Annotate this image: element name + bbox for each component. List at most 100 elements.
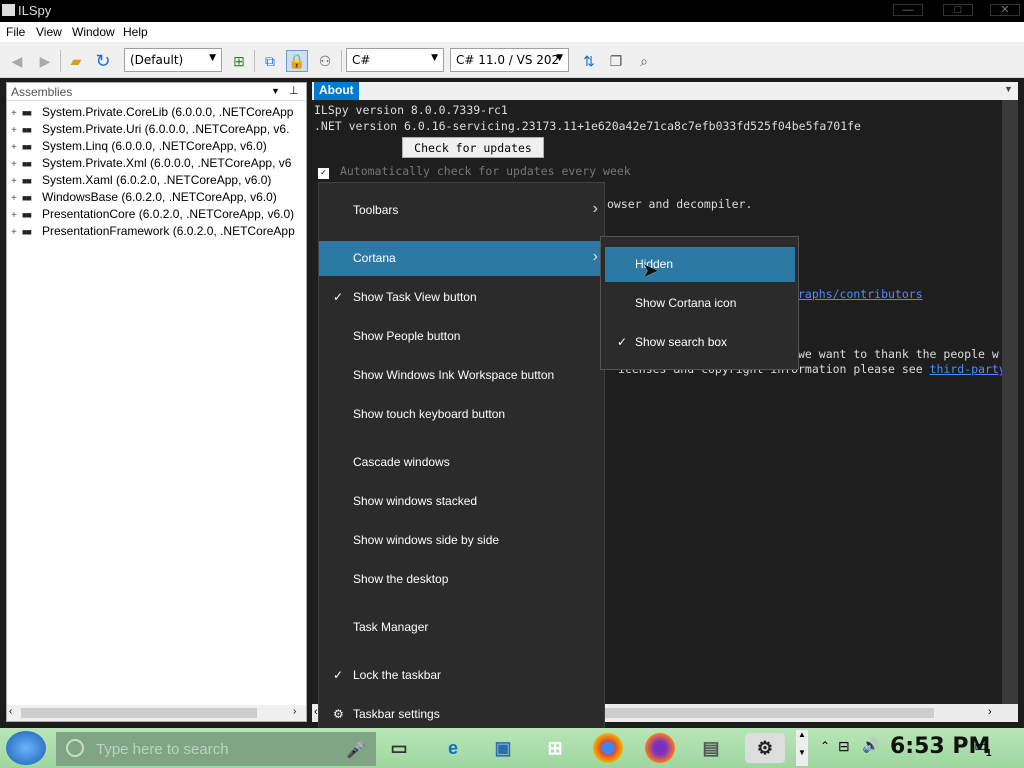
window-icon[interactable]: ❐ xyxy=(605,50,627,72)
menu-window[interactable]: Window xyxy=(72,25,115,39)
menu-item-stacked[interactable]: Show windows stacked xyxy=(319,484,604,519)
pin-icon[interactable]: ⊥ xyxy=(289,84,299,97)
task-view-icon[interactable]: ▭ xyxy=(384,733,414,763)
tree-item[interactable]: + ■■ System.Private.Uri (6.0.0.0, .NETCore… xyxy=(11,122,289,139)
menu-item-label: Show windows side by side xyxy=(353,533,500,547)
contributors-link[interactable]: raphs/contributors xyxy=(798,287,923,301)
menu-item-people[interactable]: Show People button xyxy=(319,319,604,354)
menu-item-label: Show the desktop xyxy=(353,572,449,586)
taskbar-context-menu: Toolbars › Cortana › ✓ Show Task View butto… xyxy=(318,182,605,742)
assembly-icon: ■■ xyxy=(22,193,32,203)
network-icon[interactable]: ⊟ xyxy=(838,738,850,755)
show-hidden-icons[interactable]: ⌃ xyxy=(820,739,830,753)
manage-assembly-lists-icon[interactable]: ⊞ xyxy=(228,50,250,72)
language-combo[interactable]: C# ▼ xyxy=(346,48,444,72)
toolbar: ◀ ▶ ▰ ↻ (Default) ▼ ⊞ ⧉ 🔒 ⚇ C# ▼ C# 11.0… xyxy=(0,42,1024,78)
expand-icon[interactable]: + xyxy=(11,142,22,153)
window-title: ILSpy xyxy=(18,3,52,18)
edge-icon[interactable]: e xyxy=(438,733,468,763)
control-panel-icon[interactable]: ▤ xyxy=(696,733,726,763)
search-placeholder: Type here to search xyxy=(96,741,229,758)
expand-icon[interactable]: + xyxy=(11,227,22,238)
menu-item-label: Cascade windows xyxy=(353,455,450,469)
forward-icon[interactable]: ▶ xyxy=(34,50,56,72)
maximize-button[interactable]: □ xyxy=(943,4,973,16)
menu-view[interactable]: View xyxy=(36,25,62,39)
tab-menu-icon[interactable]: ▼ xyxy=(1004,84,1013,94)
assembly-icon: ■■ xyxy=(22,142,32,152)
checkmark-icon: ✓ xyxy=(333,668,344,682)
expand-icon[interactable]: + xyxy=(11,210,22,221)
scroll-right-icon[interactable]: › xyxy=(293,706,296,717)
ilspy-taskbar-icon[interactable]: ⚙ xyxy=(745,733,785,763)
sort-icon[interactable]: ⇅ xyxy=(578,50,600,72)
taskbar-search-box[interactable]: Type here to search 🎤 xyxy=(56,732,376,766)
reload-icon[interactable]: ↻ xyxy=(92,50,114,72)
vertical-scrollbar[interactable] xyxy=(1002,100,1018,704)
menu-item-cascade[interactable]: Cascade windows xyxy=(319,445,604,480)
back-icon[interactable]: ◀ xyxy=(6,50,28,72)
expand-icon[interactable]: + xyxy=(11,159,22,170)
windows-icon[interactable]: ⊞ xyxy=(540,733,570,763)
expand-icon[interactable]: + xyxy=(11,176,22,187)
menu-item-touch-keyboard[interactable]: Show touch keyboard button xyxy=(319,397,604,432)
firefox-icon[interactable] xyxy=(645,733,675,763)
scroll-thumb[interactable] xyxy=(21,708,257,718)
tree-item[interactable]: + ■■ System.Xaml (6.0.2.0, .NETCoreApp, v6… xyxy=(11,173,271,190)
menu-item-cortana[interactable]: Cortana › xyxy=(319,241,604,276)
tree-item[interactable]: + ■■ System.Linq (6.0.0.0, .NETCoreApp, v6… xyxy=(11,139,267,156)
submenu-item-show-search-box[interactable]: ✓ Show search box xyxy=(605,325,795,360)
volume-icon[interactable]: 🔊 xyxy=(862,737,879,754)
menu-item-label: Lock the taskbar xyxy=(353,668,442,682)
language-version-combo[interactable]: C# 11.0 / VS 202 ▼ xyxy=(450,48,569,72)
expand-icon[interactable]: + xyxy=(11,108,22,119)
taskbar-scroll-icon[interactable]: ▲ ▼ xyxy=(796,730,808,766)
tree-item[interactable]: + ■■ PresentationCore (6.0.2.0, .NETCoreAp… xyxy=(11,207,294,224)
dotnet-version-line: .NET version 6.0.16-servicing.23173.11+1… xyxy=(314,119,861,133)
chrome-icon[interactable] xyxy=(593,733,623,763)
submenu-item-hidden[interactable]: Hidden xyxy=(605,247,795,282)
tree-item[interactable]: + ■■ PresentationFramework (6.0.2.0, .NETC… xyxy=(11,224,295,241)
minimize-button[interactable]: — xyxy=(893,4,923,16)
search-icon[interactable]: ⌕ xyxy=(633,50,655,72)
description-fragment: owser and decompiler. xyxy=(607,197,753,211)
tree-item[interactable]: + ■■ System.Private.CoreLib (6.0.0.0, .NET… xyxy=(11,105,293,122)
expand-icon[interactable]: + xyxy=(11,193,22,204)
menu-item-side-by-side[interactable]: Show windows side by side xyxy=(319,523,604,558)
microphone-icon[interactable]: 🎤 xyxy=(346,740,366,760)
thanks-fragment: we want to thank the people w xyxy=(798,347,999,361)
menu-file[interactable]: File xyxy=(6,25,25,39)
sort-assemblies-icon[interactable]: ⧉ xyxy=(259,50,281,72)
submenu-item-show-icon[interactable]: Show Cortana icon xyxy=(605,286,795,321)
tree-item[interactable]: + ■■ System.Private.Xml (6.0.0.0, .NETCore… xyxy=(11,156,291,173)
checkbox-checked-icon[interactable]: ✓ xyxy=(318,168,329,179)
menu-item-label: Taskbar settings xyxy=(353,707,440,721)
third-party-link[interactable]: third-party xyxy=(930,362,1006,376)
notification-count: 1 xyxy=(986,748,992,759)
scroll-left-icon[interactable]: ‹ xyxy=(9,706,12,717)
show-public-only-icon[interactable]: 🔒 xyxy=(286,50,308,72)
menu-item-task-view[interactable]: ✓ Show Task View button xyxy=(319,280,604,315)
menu-item-toolbars[interactable]: Toolbars › xyxy=(319,193,604,228)
tree-item[interactable]: + ■■ WindowsBase (6.0.2.0, .NETCoreApp, v6… xyxy=(11,190,277,207)
menu-item-task-manager[interactable]: Task Manager xyxy=(319,610,604,645)
menu-item-show-desktop[interactable]: Show the desktop xyxy=(319,562,604,597)
open-folder-icon[interactable]: ▰ xyxy=(65,50,87,72)
start-button[interactable] xyxy=(6,731,46,765)
show-all-members-icon[interactable]: ⚇ xyxy=(314,50,336,72)
expand-icon[interactable]: + xyxy=(11,125,22,136)
dropdown-icon[interactable]: ▼ xyxy=(271,86,280,96)
menu-item-label: Show Windows Ink Workspace button xyxy=(353,368,555,382)
menu-item-taskbar-settings[interactable]: ⚙ Taskbar settings xyxy=(319,697,604,732)
tab-about[interactable]: About xyxy=(314,82,359,100)
horizontal-scrollbar[interactable]: ‹ › xyxy=(7,705,306,721)
store-icon[interactable]: ▣ xyxy=(488,733,518,763)
menu-item-ink-workspace[interactable]: Show Windows Ink Workspace button xyxy=(319,358,604,393)
close-button[interactable]: ✕ xyxy=(990,4,1020,16)
menu-help[interactable]: Help xyxy=(123,25,148,39)
scroll-right-icon[interactable]: › xyxy=(988,706,992,718)
auto-check-checkbox[interactable]: ✓ Automatically check for updates every … xyxy=(318,164,631,179)
assembly-list-combo[interactable]: (Default) ▼ xyxy=(124,48,222,72)
menu-item-lock-taskbar[interactable]: ✓ Lock the taskbar xyxy=(319,658,604,693)
check-updates-button[interactable]: Check for updates xyxy=(402,137,544,158)
